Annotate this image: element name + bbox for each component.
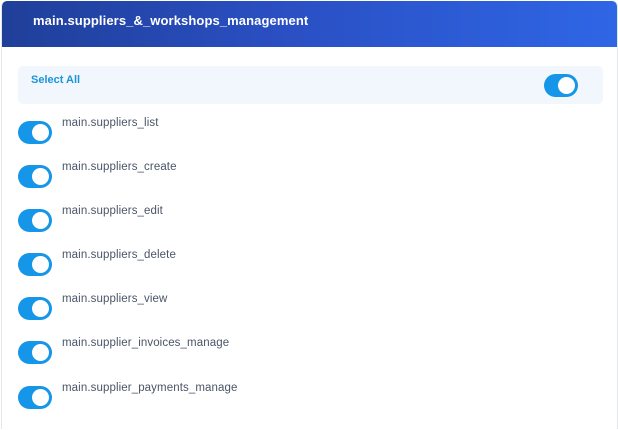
permission-toggle-suppliers-list[interactable]	[18, 121, 52, 144]
card-title: main.suppliers_&_workshops_management	[33, 13, 309, 28]
permission-row: main.suppliers_view	[18, 293, 598, 321]
permission-row: main.supplier_invoices_manage	[18, 337, 598, 365]
toggle-knob	[32, 389, 49, 406]
permission-label: main.suppliers_create	[62, 161, 177, 173]
permission-label: main.suppliers_edit	[62, 205, 163, 217]
permission-row: main.suppliers_edit	[18, 205, 598, 233]
permission-toggle-suppliers-edit[interactable]	[18, 209, 52, 232]
permission-toggle-supplier-payments-manage[interactable]	[18, 386, 52, 409]
card-header: main.suppliers_&_workshops_management	[2, 1, 617, 47]
permission-label: main.suppliers_delete	[62, 249, 176, 261]
toggle-knob	[32, 344, 49, 361]
permission-toggle-suppliers-create[interactable]	[18, 165, 52, 188]
toggle-knob	[558, 77, 575, 94]
toggle-knob	[32, 168, 49, 185]
select-all-toggle[interactable]	[544, 74, 578, 97]
permission-row: main.suppliers_create	[18, 161, 598, 189]
permission-row: main.suppliers_list	[18, 117, 598, 145]
permission-label: main.supplier_payments_manage	[62, 382, 238, 394]
permission-row: main.supplier_payments_manage	[18, 382, 598, 410]
toggle-knob	[32, 256, 49, 273]
select-all-label: Select All	[31, 74, 81, 86]
permission-label: main.supplier_invoices_manage	[62, 337, 230, 349]
permission-label: main.suppliers_view	[62, 293, 168, 305]
permission-toggle-suppliers-delete[interactable]	[18, 253, 52, 276]
toggle-knob	[32, 212, 49, 229]
permission-toggle-supplier-invoices-manage[interactable]	[18, 341, 52, 364]
permission-label: main.suppliers_list	[62, 117, 159, 129]
permission-toggle-suppliers-view[interactable]	[18, 297, 52, 320]
permissions-card: main.suppliers_&_workshops_management Se…	[1, 1, 618, 429]
select-all-row: Select All	[18, 66, 603, 104]
permission-row: main.suppliers_delete	[18, 249, 598, 277]
toggle-knob	[32, 124, 49, 141]
toggle-knob	[32, 300, 49, 317]
